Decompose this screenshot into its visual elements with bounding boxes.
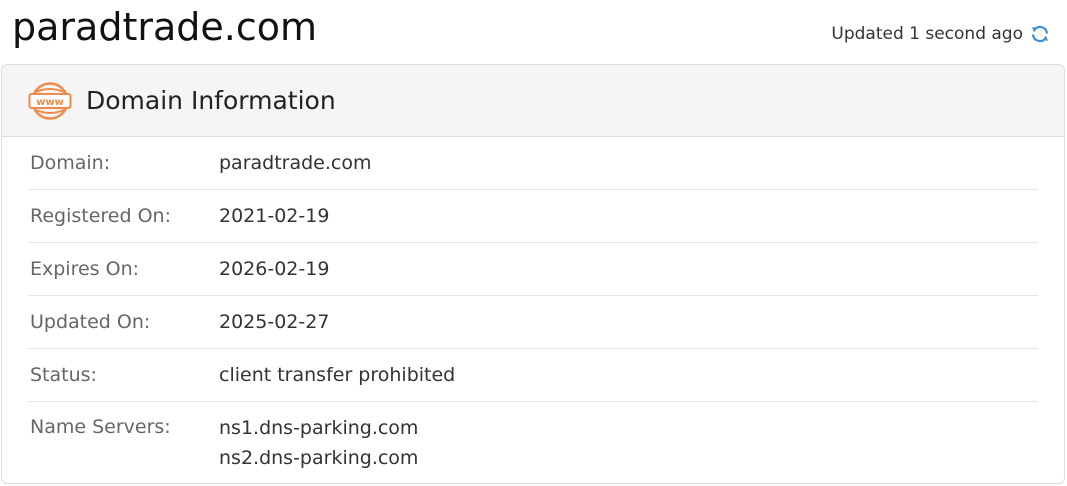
- row-value: 2021-02-19: [219, 205, 330, 227]
- row-label: Updated On:: [30, 311, 151, 333]
- name-server: ns1.dns-parking.com: [219, 417, 419, 439]
- domain-information-card: www Domain Information Domain: paradtrad…: [1, 64, 1065, 484]
- row-label: Expires On:: [30, 258, 140, 280]
- domain-details-list: Domain: paradtrade.com Registered On: 20…: [2, 137, 1064, 473]
- row-value: 2025-02-27: [219, 311, 330, 333]
- row-value: client transfer prohibited: [219, 364, 456, 386]
- svg-text:www: www: [36, 97, 64, 108]
- card-title: Domain Information: [86, 86, 336, 115]
- updated-text: Updated 1 second ago: [831, 24, 1023, 44]
- refresh-icon[interactable]: [1029, 23, 1051, 45]
- name-server-list: ns1.dns-parking.com ns2.dns-parking.com: [219, 413, 418, 473]
- card-header: www Domain Information: [2, 65, 1064, 137]
- row-label: Name Servers:: [30, 416, 171, 438]
- row-status: Status: client transfer prohibited: [28, 349, 1038, 402]
- row-label: Status:: [30, 364, 97, 386]
- page-title: paradtrade.com: [12, 5, 317, 49]
- row-updated-on: Updated On: 2025-02-27: [28, 296, 1038, 349]
- www-icon: www: [28, 81, 72, 121]
- row-label: Registered On:: [30, 205, 171, 227]
- row-name-servers: Name Servers: ns1.dns-parking.com ns2.dn…: [28, 402, 1038, 473]
- name-server: ns2.dns-parking.com: [219, 447, 419, 469]
- row-value: 2026-02-19: [219, 258, 330, 280]
- row-domain: Domain: paradtrade.com: [28, 137, 1038, 190]
- updated-status: Updated 1 second ago: [831, 20, 1051, 48]
- row-expires-on: Expires On: 2026-02-19: [28, 243, 1038, 296]
- row-value: paradtrade.com: [219, 152, 372, 174]
- row-label: Domain:: [30, 152, 111, 174]
- domain-info-page: paradtrade.com Updated 1 second ago www: [0, 0, 1067, 486]
- row-registered-on: Registered On: 2021-02-19: [28, 190, 1038, 243]
